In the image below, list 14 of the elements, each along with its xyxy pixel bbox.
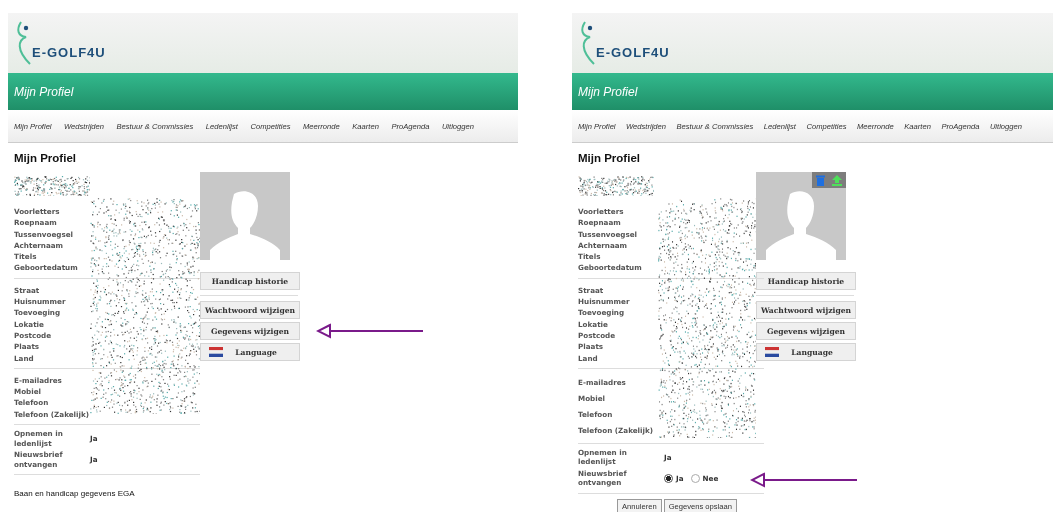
- page-title: Mijn Profiel: [14, 84, 74, 99]
- page-title: Mijn Profiel: [578, 84, 638, 99]
- logo-text: E-GOLF4U: [596, 45, 670, 60]
- section-heading: Mijn Profiel: [578, 152, 641, 164]
- radio-button[interactable]: [664, 473, 673, 483]
- section-heading: Baan en handicap gegevens EGA: [14, 489, 135, 499]
- flag-icon: [765, 347, 780, 357]
- radio-button[interactable]: [690, 473, 700, 483]
- upload-icon[interactable]: [832, 174, 843, 186]
- person-silhouette-icon: [766, 190, 836, 260]
- logo-text: E-GOLF4U: [32, 45, 106, 60]
- person-silhouette-icon: [210, 190, 280, 260]
- section-heading: Mijn Profiel: [14, 152, 77, 164]
- flag-icon: [209, 347, 224, 357]
